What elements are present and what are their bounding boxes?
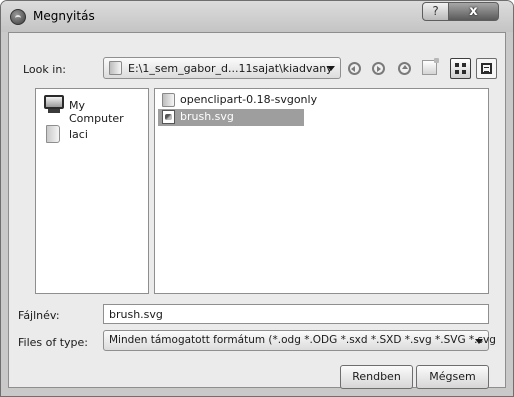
file-name: openclipart-0.18-svgonly — [180, 93, 318, 106]
sidebar-item-label: laci — [69, 128, 88, 141]
look-in-combobox[interactable]: E:\1_sem_gabor_d...11sajat\kiadvany — [103, 57, 341, 79]
file-list: openclipart-0.18-svgonly brush.svg — [154, 88, 489, 294]
filename-input[interactable] — [103, 304, 489, 324]
folder-icon — [109, 61, 122, 75]
cancel-button[interactable]: Mégsem — [416, 365, 489, 389]
up-icon[interactable] — [398, 62, 411, 75]
chevron-down-icon — [327, 66, 335, 71]
filetype-label: Files of type: — [18, 336, 89, 349]
ok-button[interactable]: Rendben — [340, 365, 413, 389]
list-view-icon — [481, 63, 492, 74]
sidebar-item-my-computer[interactable]: My Computer — [42, 94, 142, 125]
sidebar-item-laci[interactable]: laci — [42, 123, 142, 147]
title-bar[interactable]: Megnyitás ? x — [1, 1, 513, 32]
sidebar-item-label: My Computer — [69, 99, 124, 125]
filetype-combobox[interactable]: Minden támogatott formátum (*.odg *.ODG … — [103, 330, 496, 351]
file-name: brush.svg — [180, 110, 234, 123]
computer-icon — [44, 95, 64, 113]
filetype-value: Minden támogatott formátum (*.odg *.ODG … — [109, 334, 496, 346]
back-icon[interactable] — [348, 62, 361, 75]
folder-icon — [162, 93, 175, 107]
list-item[interactable]: brush.svg — [158, 109, 304, 126]
list-item[interactable]: openclipart-0.18-svgonly — [158, 92, 317, 109]
open-file-dialog: Megnyitás ? x Look in: E:\1_sem_gabor_d.… — [0, 0, 514, 397]
sidebar: My Computer laci — [35, 88, 149, 294]
forward-icon[interactable] — [372, 62, 385, 75]
app-icon — [10, 9, 26, 25]
filename-label: Fájlnév: — [18, 309, 60, 322]
look-in-label: Look in: — [23, 63, 66, 76]
help-button[interactable]: ? — [422, 2, 449, 21]
user-folder-icon — [46, 125, 60, 143]
chevron-down-icon — [475, 339, 483, 344]
detail-view-button[interactable] — [450, 58, 471, 79]
window-title: Megnyitás — [33, 9, 95, 23]
new-folder-icon[interactable] — [422, 58, 439, 75]
svg-file-icon — [162, 110, 175, 124]
look-in-path: E:\1_sem_gabor_d...11sajat\kiadvany — [128, 62, 333, 75]
detail-view-icon — [455, 63, 466, 74]
list-view-button[interactable] — [476, 58, 497, 79]
close-button[interactable]: x — [448, 2, 499, 21]
